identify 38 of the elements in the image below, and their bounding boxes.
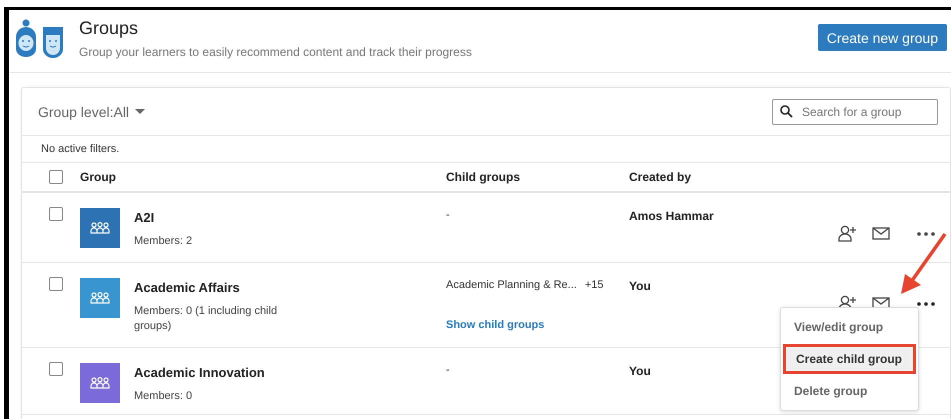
group-name[interactable]: A2I: [134, 210, 304, 225]
add-member-icon[interactable]: [838, 225, 858, 242]
column-header: Group: [80, 170, 117, 184]
menu-item[interactable]: Create child group: [783, 344, 916, 374]
menu-item[interactable]: Delete group: [781, 376, 918, 406]
search-icon: [780, 104, 793, 118]
page-subtitle: Group your learners to easily recommend content and track their progress: [79, 45, 473, 59]
more-options-icon[interactable]: [917, 232, 935, 236]
group-name[interactable]: Academic Innovation: [134, 364, 304, 380]
page-title: Groups: [79, 18, 140, 39]
member-count: Members: 0: [134, 388, 194, 404]
search-field[interactable]: Search for a group: [772, 98, 938, 124]
column-header: Child groups: [446, 170, 521, 184]
row-checkbox[interactable]: [49, 362, 63, 376]
mail-icon[interactable]: [872, 227, 890, 240]
creator-name: You: [629, 364, 651, 380]
child-group-name: -: [446, 209, 450, 221]
creator-name: You: [629, 279, 651, 295]
create-new-group-button[interactable]: Create new group: [818, 24, 947, 51]
column-header: Created by: [629, 170, 692, 184]
group-name[interactable]: Academic Affairs: [134, 280, 304, 295]
menu-item[interactable]: View/edit group: [781, 312, 918, 342]
show-child-groups-link[interactable]: Show child groups: [446, 319, 629, 331]
child-group-count: +15: [584, 279, 604, 291]
group-level-dropdown[interactable]: Group level:All: [38, 104, 146, 120]
group-icon: [90, 376, 110, 389]
group-icon: [90, 222, 110, 234]
child-group-name: Academic Planning & Re...: [446, 279, 577, 291]
creator-name: Amos Hammar: [629, 209, 714, 225]
member-count: Members: 0 (1 including child groups): [134, 304, 278, 334]
filter-status: No active filters.: [22, 136, 950, 163]
member-count: Members: 2: [134, 234, 194, 249]
row-checkbox[interactable]: [49, 207, 63, 221]
more-options-icon[interactable]: [917, 302, 935, 306]
group-icon: [90, 292, 110, 304]
child-group-name: -: [446, 364, 450, 376]
select-all-checkbox[interactable]: [49, 170, 63, 184]
row-checkbox[interactable]: [49, 277, 63, 291]
